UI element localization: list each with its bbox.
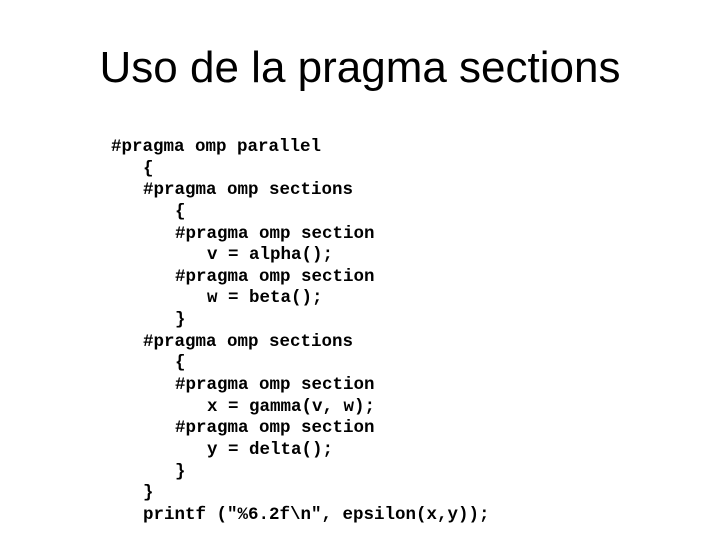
code-line: #pragma omp section (175, 266, 375, 287)
code-line: #pragma omp sections (143, 180, 354, 201)
code-line: } (175, 461, 186, 482)
code-line: v = alpha(); (207, 245, 334, 266)
code-line: #pragma omp parallel (111, 137, 322, 157)
code-line: } (143, 483, 154, 504)
code-line: printf ("%6.2f\n", epsilon(x,y)); (143, 504, 490, 525)
code-line: #pragma omp section (175, 223, 375, 244)
code-line: #pragma omp section (175, 375, 375, 396)
code-line: } (175, 310, 186, 331)
code-line: { (175, 201, 186, 222)
slide: Uso de la pragma sections #pragma omp pa… (0, 0, 720, 540)
code-block: #pragma omp parallel{#pragma omp section… (111, 137, 490, 527)
slide-title: Uso de la pragma sections (99, 43, 621, 92)
code-line: #pragma omp sections (143, 331, 354, 352)
code-line: { (175, 353, 186, 374)
code-line: { (143, 158, 154, 179)
code-line: y = delta(); (207, 439, 334, 460)
code-line: w = beta(); (207, 288, 323, 309)
code-line: #pragma omp section (175, 418, 375, 439)
code-line: x = gamma(v, w); (207, 396, 376, 417)
